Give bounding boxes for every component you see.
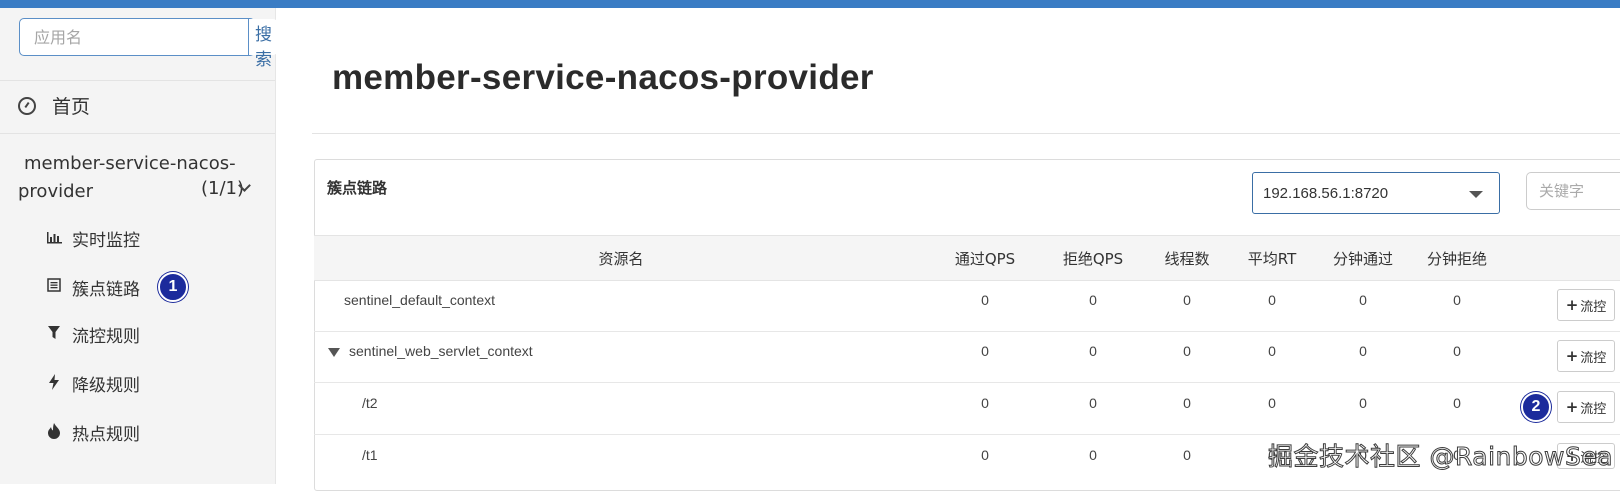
column-header-avg-rt: 平均RT <box>1247 250 1297 268</box>
caret-down-icon <box>1469 191 1483 198</box>
dashboard-icon <box>18 96 36 115</box>
row-resource-name[interactable]: sentinel_web_servlet_context <box>328 343 533 359</box>
menu-label: 热点规则 <box>72 425 140 445</box>
add-flow-rule-button[interactable]: + 流控 <box>1557 391 1615 423</box>
plus-icon: + <box>1565 398 1579 416</box>
sidebar-item-realtime-monitor[interactable]: 实时监控 <box>45 226 140 251</box>
sidebar-item-flow-rules[interactable]: 流控规则 <box>45 322 140 347</box>
bolt-icon <box>45 373 63 394</box>
flow-label: 流控 <box>1580 350 1607 366</box>
menu-label: 降级规则 <box>72 376 140 396</box>
title-divider <box>312 133 1620 134</box>
column-header-block-qps: 拒绝QPS <box>1062 250 1124 268</box>
sidebar-divider <box>0 80 275 81</box>
flow-label: 流控 <box>1580 299 1607 315</box>
row-divider <box>314 434 1620 435</box>
flow-label: 流控 <box>1580 401 1607 417</box>
row-pass-qps: 0 <box>981 343 989 359</box>
row-block-qps: 0 <box>1089 447 1097 463</box>
row-divider <box>314 382 1620 383</box>
app-name-line2: provider <box>18 181 93 202</box>
app-search: 搜索 <box>19 18 278 70</box>
row-minute-block: 0 <box>1453 292 1461 308</box>
machine-select-value: 192.168.56.1:8720 <box>1263 185 1389 202</box>
expand-triangle-icon[interactable] <box>328 347 340 357</box>
annotation-badge-1: 1 <box>158 272 188 302</box>
keyword-search-input[interactable] <box>1526 172 1620 210</box>
menu-label: 簇点链路 <box>72 279 140 300</box>
panel-title: 簇点链路 <box>327 179 388 197</box>
sidebar-item-degrade-rules[interactable]: 降级规则 <box>45 371 140 396</box>
row-minute-pass: 0 <box>1359 343 1367 359</box>
column-header-resource: 资源名 <box>598 250 644 268</box>
column-header-minute-pass: 分钟通过 <box>1332 250 1394 268</box>
filter-icon <box>45 325 63 345</box>
menu-label: 实时监控 <box>72 231 140 251</box>
app-search-input[interactable] <box>20 19 248 55</box>
row-block-qps: 0 <box>1089 292 1097 308</box>
plus-icon: + <box>1565 347 1579 365</box>
column-header-pass-qps: 通过QPS <box>954 250 1016 268</box>
add-flow-rule-button[interactable]: + 流控 <box>1557 289 1615 321</box>
sidebar-item-home[interactable]: 首页 <box>18 92 90 119</box>
row-minute-pass: 0 <box>1359 395 1367 411</box>
add-flow-rule-button[interactable]: + 流控 <box>1557 340 1615 372</box>
top-bar <box>0 0 1620 8</box>
sidebar-item-hotspot-rules[interactable]: 热点规则 <box>45 420 140 445</box>
row-minute-block: 0 <box>1453 395 1461 411</box>
sidebar-divider <box>0 133 275 134</box>
row-block-qps: 0 <box>1089 395 1097 411</box>
list-icon <box>45 278 63 296</box>
plus-icon: + <box>1565 296 1579 314</box>
annotation-badge-2: 2 <box>1521 392 1551 422</box>
resource-label: sentinel_web_servlet_context <box>349 343 533 359</box>
row-threads: 0 <box>1183 292 1191 308</box>
home-label: 首页 <box>52 96 91 118</box>
watermark: 掘金技术社区 @RainbowSea <box>1267 442 1614 472</box>
row-pass-qps: 0 <box>981 395 989 411</box>
bar-chart-icon <box>45 230 63 248</box>
row-threads: 0 <box>1183 343 1191 359</box>
row-avg-rt: 0 <box>1268 343 1276 359</box>
row-divider <box>314 331 1620 332</box>
machine-select[interactable]: 192.168.56.1:8720 <box>1252 172 1500 214</box>
column-header-threads: 线程数 <box>1164 250 1210 268</box>
row-resource-name: /t1 <box>362 447 378 463</box>
app-instance-count: (1/1) <box>201 178 245 199</box>
row-resource-name: /t2 <box>362 395 378 411</box>
row-resource-name: sentinel_default_context <box>344 292 495 308</box>
menu-label: 流控规则 <box>72 327 140 347</box>
row-minute-pass: 0 <box>1359 292 1367 308</box>
row-threads: 0 <box>1183 395 1191 411</box>
fire-icon <box>45 422 63 443</box>
row-pass-qps: 0 <box>981 292 989 308</box>
row-threads: 0 <box>1183 447 1191 463</box>
app-name-line1: member-service-nacos- <box>24 153 236 174</box>
row-pass-qps: 0 <box>981 447 989 463</box>
sidebar-item-cluster-link[interactable]: 簇点链路 1 <box>45 272 188 302</box>
search-button[interactable]: 搜索 <box>248 19 278 70</box>
row-avg-rt: 0 <box>1268 292 1276 308</box>
column-header-minute-block: 分钟拒绝 <box>1426 250 1488 268</box>
row-minute-block: 0 <box>1453 343 1461 359</box>
row-block-qps: 0 <box>1089 343 1097 359</box>
page-title: member-service-nacos-provider <box>332 58 874 97</box>
row-avg-rt: 0 <box>1268 395 1276 411</box>
